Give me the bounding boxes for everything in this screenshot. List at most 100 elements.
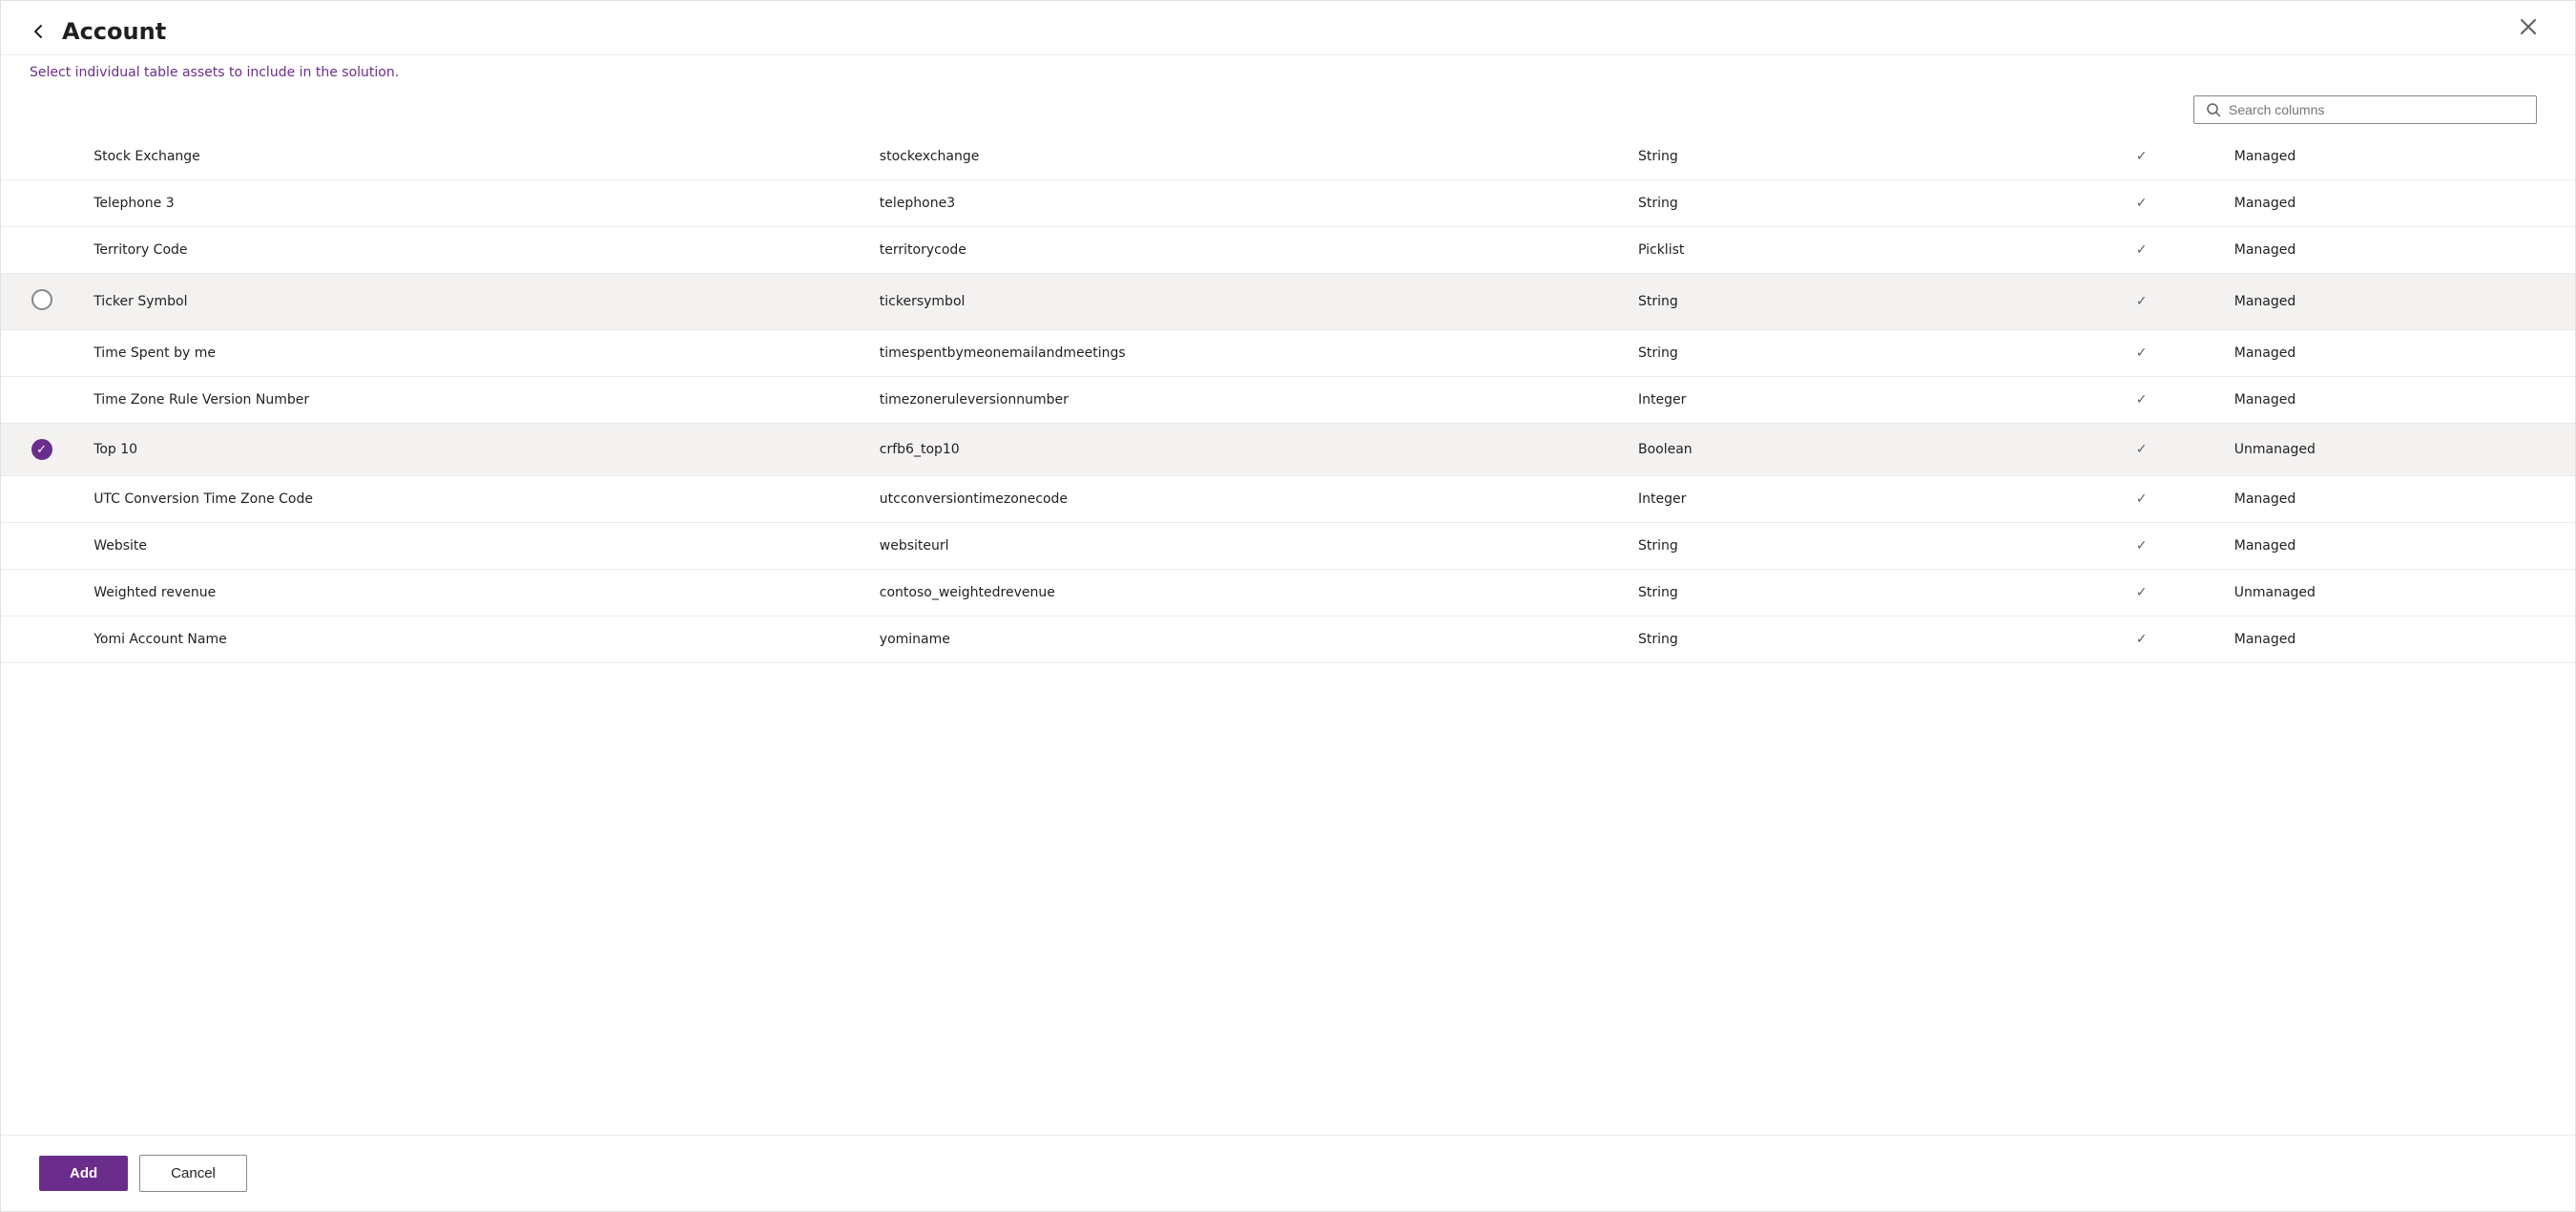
row-checkbox[interactable] — [1, 616, 82, 663]
row-logical-name: websiteurl — [868, 523, 1627, 570]
check-icon: ✓ — [2136, 294, 2148, 309]
row-type: Boolean — [1627, 424, 2060, 476]
row-name: UTC Conversion Time Zone Code — [82, 476, 868, 523]
row-managed: Managed — [2223, 227, 2575, 274]
table-row[interactable]: UTC Conversion Time Zone Codeutcconversi… — [1, 476, 2575, 523]
search-input-wrap[interactable] — [2193, 95, 2537, 124]
search-bar-row — [1, 90, 2575, 134]
check-icon: ✓ — [2136, 538, 2148, 554]
row-checkmark: ✓ — [2060, 523, 2222, 570]
row-type: Integer — [1627, 377, 2060, 424]
table-row[interactable]: Ticker SymboltickersymbolString ✓ Managed — [1, 274, 2575, 330]
row-name: Stock Exchange — [82, 134, 868, 180]
dialog-header: Account — [1, 1, 2575, 55]
row-checkmark: ✓ — [2060, 134, 2222, 180]
search-input[interactable] — [2229, 102, 2524, 117]
row-name: Telephone 3 — [82, 180, 868, 227]
row-checkmark: ✓ — [2060, 180, 2222, 227]
row-managed: Unmanaged — [2223, 424, 2575, 476]
table-area: Stock ExchangestockexchangeString✓Manage… — [1, 134, 2575, 1135]
row-type: String — [1627, 616, 2060, 663]
row-managed: Managed — [2223, 476, 2575, 523]
row-checkmark: ✓ — [2060, 570, 2222, 616]
row-managed: Unmanaged — [2223, 570, 2575, 616]
row-type: String — [1627, 570, 2060, 616]
row-managed: Managed — [2223, 330, 2575, 377]
cancel-button[interactable]: Cancel — [139, 1155, 247, 1192]
row-checkmark: ✓ — [2060, 330, 2222, 377]
row-name: Time Spent by me — [82, 330, 868, 377]
close-button[interactable] — [2520, 18, 2537, 35]
row-name: Website — [82, 523, 868, 570]
row-type: String — [1627, 330, 2060, 377]
columns-table: Stock ExchangestockexchangeString✓Manage… — [1, 134, 2575, 663]
row-checkmark: ✓ — [2060, 274, 2222, 330]
row-managed: Managed — [2223, 134, 2575, 180]
check-icon: ✓ — [2136, 442, 2148, 457]
check-icon: ✓ — [2136, 392, 2148, 407]
row-logical-name: timezoneruleversionnumber — [868, 377, 1627, 424]
row-type: Picklist — [1627, 227, 2060, 274]
table-row[interactable]: Territory CodeterritorycodePicklist✓Mana… — [1, 227, 2575, 274]
row-managed: Managed — [2223, 616, 2575, 663]
dialog: Account Select individual table assets t… — [0, 0, 2576, 1212]
table-row[interactable]: Time Spent by metimespentbymeonemailandm… — [1, 330, 2575, 377]
checkbox-unchecked[interactable] — [31, 289, 52, 310]
row-type: String — [1627, 274, 2060, 330]
row-checkbox[interactable] — [1, 134, 82, 180]
row-checkbox[interactable] — [1, 377, 82, 424]
row-name: Time Zone Rule Version Number — [82, 377, 868, 424]
subtitle: Select individual table assets to includ… — [1, 55, 2575, 90]
row-checkbox[interactable] — [1, 180, 82, 227]
table-row[interactable]: Telephone 3telephone3String✓Managed — [1, 180, 2575, 227]
row-logical-name: crfb6_top10 — [868, 424, 1627, 476]
row-logical-name: utcconversiontimezonecode — [868, 476, 1627, 523]
row-name: Yomi Account Name — [82, 616, 868, 663]
row-logical-name: timespentbymeonemailandmeetings — [868, 330, 1627, 377]
row-type: String — [1627, 523, 2060, 570]
table-row[interactable]: Yomi Account NameyominameString✓Managed — [1, 616, 2575, 663]
table-row[interactable]: ✓ Top 10crfb6_top10Boolean ✓ Unmanaged — [1, 424, 2575, 476]
row-logical-name: tickersymbol — [868, 274, 1627, 330]
row-type: String — [1627, 180, 2060, 227]
row-logical-name: contoso_weightedrevenue — [868, 570, 1627, 616]
row-logical-name: stockexchange — [868, 134, 1627, 180]
row-checkbox[interactable] — [1, 476, 82, 523]
dialog-footer: Add Cancel — [1, 1135, 2575, 1211]
row-logical-name: telephone3 — [868, 180, 1627, 227]
row-checkbox[interactable] — [1, 570, 82, 616]
row-name: Territory Code — [82, 227, 868, 274]
check-icon: ✓ — [2136, 345, 2148, 361]
row-checkbox[interactable] — [1, 227, 82, 274]
check-icon: ✓ — [2136, 632, 2148, 647]
add-button[interactable]: Add — [39, 1156, 128, 1191]
check-icon: ✓ — [2136, 491, 2148, 507]
row-type: Integer — [1627, 476, 2060, 523]
row-checkbox[interactable] — [1, 274, 82, 330]
dialog-title: Account — [62, 18, 166, 45]
row-checkmark: ✓ — [2060, 227, 2222, 274]
checkbox-checked[interactable]: ✓ — [31, 439, 52, 460]
table-row[interactable]: Weighted revenuecontoso_weightedrevenueS… — [1, 570, 2575, 616]
row-managed: Managed — [2223, 523, 2575, 570]
table-row[interactable]: WebsitewebsiteurlString ✓ Managed — [1, 523, 2575, 570]
check-icon: ✓ — [2136, 242, 2148, 258]
row-managed: Managed — [2223, 180, 2575, 227]
row-checkbox[interactable] — [1, 330, 82, 377]
row-checkbox[interactable] — [1, 523, 82, 570]
back-button[interactable] — [30, 22, 49, 41]
row-name: Weighted revenue — [82, 570, 868, 616]
row-type: String — [1627, 134, 2060, 180]
table-row[interactable]: Stock ExchangestockexchangeString ✓ Manage… — [1, 134, 2575, 180]
search-icon — [2206, 102, 2221, 117]
subtitle-plain: Select — [30, 65, 75, 80]
row-checkmark: ✓ — [2060, 377, 2222, 424]
table-row[interactable]: Time Zone Rule Version Numbertimezonerul… — [1, 377, 2575, 424]
check-icon: ✓ — [2136, 585, 2148, 600]
row-checkmark: ✓ — [2060, 616, 2222, 663]
check-icon: ✓ — [2136, 149, 2148, 164]
row-name: Ticker Symbol — [82, 274, 868, 330]
row-name: Top 10 — [82, 424, 868, 476]
row-checkbox[interactable]: ✓ — [1, 424, 82, 476]
row-managed: Managed — [2223, 274, 2575, 330]
